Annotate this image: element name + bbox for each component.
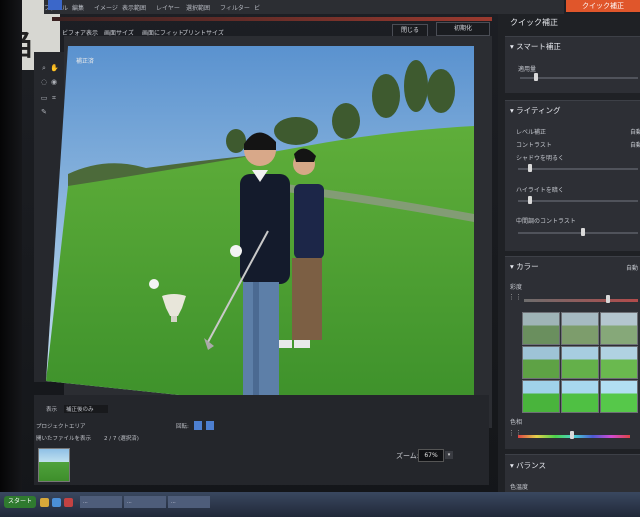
view-row: 表示 補正後のみ	[36, 405, 166, 414]
saturation-label: 彩度	[510, 284, 523, 291]
show-open-files-select[interactable]: 開いたファイルを表示	[36, 434, 91, 442]
color-variation-7[interactable]	[522, 380, 560, 413]
color-variation-1[interactable]	[522, 312, 560, 345]
view-mode-select[interactable]: 補正後のみ	[64, 405, 108, 413]
project-row: プロジェクトエリア	[36, 422, 166, 431]
lighten-shadows-label: シャドウを明るく	[516, 155, 565, 162]
photo-state-label: 補正済	[76, 58, 95, 65]
reset-button[interactable]: 初期化	[436, 22, 490, 36]
app-logo-icon	[48, 0, 62, 10]
contrast-label: コントラスト	[516, 142, 552, 149]
monitor-screen: 陥 ファイル 編集 イメージ 表示範囲 レイヤー 選択範囲 フィルター ビ クイ…	[0, 0, 640, 517]
color-variation-8[interactable]	[561, 380, 599, 413]
levels-label: レベル補正	[516, 129, 547, 136]
color-variation-4[interactable]	[522, 346, 560, 379]
hue-slider[interactable]	[518, 435, 630, 438]
darken-highlights-handle[interactable]	[528, 196, 532, 204]
color-variation-6[interactable]	[600, 346, 638, 379]
zoom-label: ズーム:	[396, 452, 420, 460]
levels-auto-button[interactable]: 自動	[630, 127, 640, 136]
saturation-grid-icon[interactable]: ⋮⋮	[508, 294, 522, 301]
taskbar-folder-icon[interactable]	[40, 498, 49, 507]
start-button[interactable]: スタート	[4, 496, 36, 508]
menu-filter[interactable]: フィルター	[220, 3, 250, 12]
color-variation-9[interactable]	[600, 380, 638, 413]
darken-highlights-slider[interactable]	[518, 200, 638, 202]
project-bin-tab[interactable]: プロジェクトエリア	[36, 422, 86, 430]
midtone-contrast-label: 中間調のコントラスト	[516, 218, 576, 225]
temperature-label: 色温度	[510, 484, 529, 491]
rotate-right-icon[interactable]	[206, 421, 214, 430]
balance-header[interactable]: ▾ バランス	[510, 460, 546, 471]
title-strip	[52, 17, 492, 21]
taskbar-task-1[interactable]: ...	[80, 496, 122, 508]
monitor-bezel	[0, 0, 22, 517]
rotate-left-icon[interactable]	[194, 421, 202, 430]
color-variation-5[interactable]	[561, 346, 599, 379]
menu-view[interactable]: ビ	[254, 3, 260, 12]
menu-layer[interactable]: レイヤー	[156, 3, 180, 12]
color-variation-2[interactable]	[561, 312, 599, 345]
menu-image[interactable]: イメージ	[94, 3, 118, 12]
view-label: 表示	[46, 407, 58, 413]
smart-fix-title: スマート補正	[516, 42, 561, 51]
photo-image[interactable]	[46, 46, 474, 426]
smart-fix-header[interactable]: ▾ スマート補正	[510, 41, 561, 52]
selection-count: 2 / 7 (選択済)	[104, 436, 139, 442]
zoom-input[interactable]: 67%	[418, 449, 444, 462]
taskbar-task-2[interactable]: ...	[124, 496, 166, 508]
menu-bar: ファイル 編集 イメージ 表示範囲 レイヤー 選択範囲 フィルター ビ	[44, 0, 564, 14]
taskbar-task-3[interactable]: ...	[168, 496, 210, 508]
midtone-contrast-slider[interactable]	[518, 232, 638, 234]
zoom-dropdown-icon[interactable]: ▾	[445, 451, 453, 459]
lighting-header[interactable]: ▾ ライティング	[510, 105, 561, 116]
taskbar-browser-icon[interactable]	[52, 498, 61, 507]
rotate-label: 回転:	[176, 424, 189, 430]
amount-label: 適用量	[518, 66, 537, 73]
midtone-contrast-handle[interactable]	[581, 228, 585, 236]
contrast-auto-button[interactable]: 自動	[630, 140, 640, 149]
tab-quick-fix[interactable]: クイック補正	[566, 0, 640, 12]
darken-highlights-label: ハイライトを暗く	[516, 187, 564, 194]
menu-edit[interactable]: 編集	[72, 3, 84, 12]
taskbar-app-icon[interactable]	[64, 498, 73, 507]
saturation-handle[interactable]	[606, 295, 610, 303]
color-title: カラー	[516, 262, 539, 271]
project-thumbnail[interactable]	[38, 448, 70, 482]
lighten-shadows-slider[interactable]	[518, 168, 638, 170]
hue-label: 色相	[510, 419, 523, 426]
saturation-slider[interactable]	[524, 299, 638, 302]
menu-select[interactable]: 選択範囲	[186, 3, 210, 12]
color-header[interactable]: ▾ カラー	[510, 261, 539, 272]
panel-title: クイック補正	[510, 18, 558, 27]
lighten-shadows-handle[interactable]	[528, 164, 532, 172]
color-variation-3[interactable]	[600, 312, 638, 345]
project-show-row: 開いたファイルを表示 2 / 7 (選択済)	[36, 434, 196, 443]
hue-handle[interactable]	[570, 431, 574, 439]
hue-grid-icon[interactable]: ⋮⋮	[508, 430, 522, 437]
amount-slider-handle[interactable]	[534, 73, 538, 81]
lighting-title: ライティング	[516, 106, 561, 115]
menu-enhance[interactable]: 表示範囲	[122, 3, 146, 12]
color-auto-button[interactable]: 自動	[626, 263, 638, 272]
balance-title: バランス	[516, 461, 547, 470]
lighting-section	[505, 100, 640, 251]
